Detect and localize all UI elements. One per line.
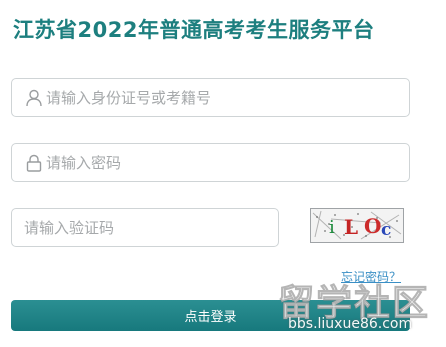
id-field[interactable] [11,78,410,117]
captcha-image[interactable]: i L O c [310,208,404,243]
captcha-char-4: c [381,220,391,240]
password-input[interactable] [46,153,409,172]
id-input[interactable] [46,88,409,107]
login-button[interactable]: 点击登录 [11,300,410,331]
captcha-input[interactable] [24,218,278,237]
captcha-char-1: i [329,217,335,238]
lock-icon [25,154,43,172]
page-title: 江苏省2022年普通高考考生服务平台 [13,18,375,42]
login-page: 江苏省2022年普通高考考生服务平台 请输入身份证号或考籍号 请输入验证码 i … [0,0,446,347]
user-icon [25,89,43,107]
password-field[interactable] [11,143,410,182]
captcha-char-2: L [344,215,358,239]
captcha-char-3: O [364,214,381,238]
captcha-field[interactable] [11,208,279,247]
forgot-password-link[interactable]: 忘记密码？ [341,268,401,285]
